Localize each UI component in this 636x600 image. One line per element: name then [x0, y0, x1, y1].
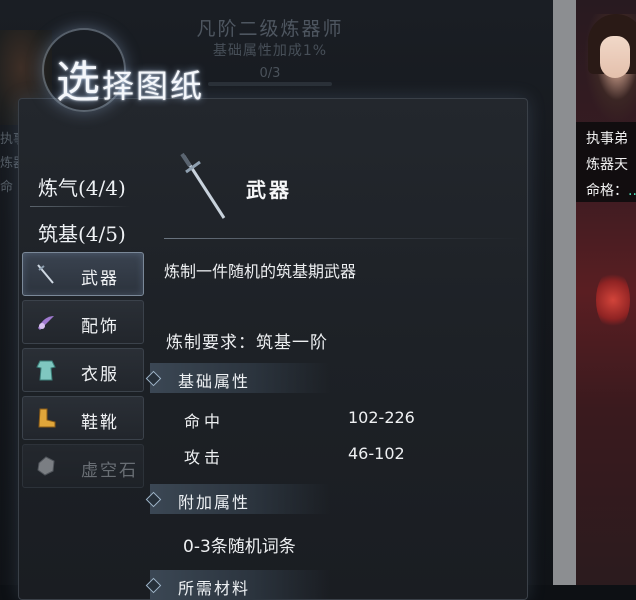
character-side-panel: 执事弟 炼器天 命格：... — [576, 0, 636, 585]
stat-name: 攻击 — [184, 448, 225, 467]
sidebar-item-weapon[interactable]: 武器 — [22, 252, 144, 296]
section-extra-attributes: 附加属性 — [145, 484, 330, 514]
extra-attribute-text: 0-3条随机词条 — [183, 537, 296, 557]
item-name: 武器 — [246, 178, 292, 202]
section-label: 附加属性 — [178, 493, 251, 512]
background-progress-bar — [208, 82, 332, 86]
section-materials: 所需材料 — [145, 570, 330, 600]
background-rank-title: 凡阶二级炼器师 — [196, 18, 344, 40]
character-face — [600, 36, 630, 78]
sidebar-item-label: 衣服 — [81, 365, 119, 385]
sidebar-item-clothes[interactable]: 衣服 — [22, 348, 144, 392]
dialog-title: 选择图纸 — [56, 57, 205, 108]
header-divider — [164, 238, 524, 239]
sidebar-item-void-stone[interactable]: 虚空石 — [22, 444, 144, 488]
section-base-attributes: 基础属性 — [145, 363, 330, 393]
sidebar-item-label: 武器 — [81, 269, 119, 289]
category-divider — [30, 206, 130, 207]
sidebar-item-label: 鞋靴 — [81, 413, 119, 433]
panel-divider — [553, 0, 576, 585]
void-stone-icon — [33, 453, 59, 479]
sword-icon — [33, 261, 59, 287]
sidebar-item-label: 配饰 — [81, 317, 119, 337]
crafting-requirement: 炼制要求：筑基一阶 — [166, 333, 328, 353]
stat-name: 命中 — [184, 412, 225, 431]
sidebar-item-boots[interactable]: 鞋靴 — [22, 396, 144, 440]
character-info-box: 执事弟 炼器天 命格：... — [576, 122, 636, 202]
category-lianqi[interactable]: 炼气(4/4) — [38, 172, 126, 201]
section-label: 基础属性 — [178, 372, 251, 391]
weapon-sword-icon — [180, 152, 226, 219]
accessory-icon — [33, 309, 59, 335]
stat-value: 102-226 — [348, 408, 415, 427]
sidebar-item-label: 虚空石 — [81, 461, 138, 481]
background-left-line: 命 — [0, 180, 14, 195]
character-role: 执事弟 — [586, 131, 628, 147]
lantern-decoration — [596, 270, 630, 330]
clothes-icon — [33, 357, 59, 383]
boots-icon — [33, 405, 59, 431]
category-zhuji[interactable]: 筑基(4/5) — [38, 218, 126, 247]
character-title: 炼器天 — [586, 157, 628, 173]
section-label: 所需材料 — [178, 579, 251, 598]
sidebar-item-accessory[interactable]: 配饰 — [22, 300, 144, 344]
item-description: 炼制一件随机的筑基期武器 — [164, 262, 357, 281]
character-fate: 命格：... — [586, 183, 636, 199]
stat-value: 46-102 — [348, 444, 405, 463]
